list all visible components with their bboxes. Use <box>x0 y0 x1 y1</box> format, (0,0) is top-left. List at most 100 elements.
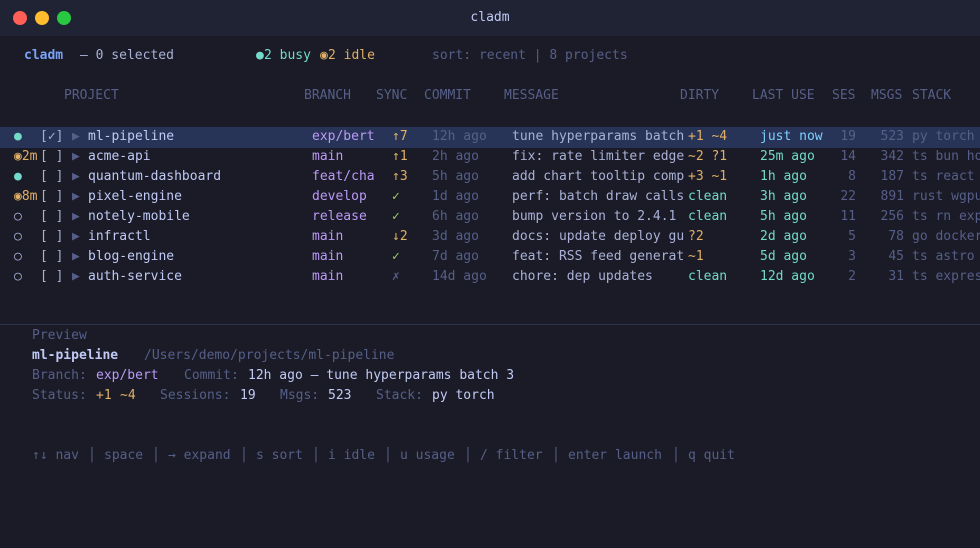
message-count: 31 <box>888 269 904 284</box>
stack-tags: go docker <box>912 229 980 244</box>
status-indicator-icon: ○ <box>14 229 22 244</box>
commit-age: 5h ago <box>432 169 479 184</box>
session-count: 8 <box>848 169 856 184</box>
status-indicator-icon: ○ <box>14 269 22 284</box>
col-project[interactable]: PROJECT <box>64 86 119 106</box>
row-checkbox[interactable]: [ ] <box>40 247 63 267</box>
row-checkbox[interactable]: [ ] <box>40 147 63 167</box>
table-row[interactable]: ○ [ ] ▶ notely-mobile release ✓ 6h ago bump ver… <box>0 207 980 227</box>
col-branch[interactable]: BRANCH <box>304 86 351 106</box>
project-name: pixel-engine <box>88 189 182 204</box>
status-indicator-icon: ● <box>14 129 22 144</box>
commit-message: fix: rate limiter edge <box>512 149 685 164</box>
col-commit[interactable]: COMMIT <box>424 86 471 106</box>
expand-arrow-icon[interactable]: ▶ <box>72 187 80 207</box>
message-count: 78 <box>888 229 904 244</box>
session-count: 2 <box>848 269 856 284</box>
col-ses[interactable]: SES <box>832 86 855 106</box>
stack-tags: ts expres <box>912 269 980 284</box>
preview-stack: py torch <box>432 388 495 403</box>
session-count: 14 <box>840 149 856 164</box>
dirty-status: clean <box>688 189 728 204</box>
dirty-status: ~2 ?1 <box>688 149 728 164</box>
expand-arrow-icon[interactable]: ▶ <box>72 267 80 287</box>
col-message[interactable]: MESSAGE <box>504 86 559 106</box>
dirty-status: clean <box>688 209 728 224</box>
table-row[interactable]: ● [ ] ▶ quantum-dashboard feat/cha ↑3 5h ago ad… <box>0 167 980 187</box>
project-name: infractl <box>88 229 151 244</box>
key-usage: u usage <box>400 448 455 463</box>
terminal-window: cladm cladm — 0 selected ● 2 busy ◉ 2 id… <box>0 0 980 548</box>
selected-count: — 0 selected <box>80 48 174 63</box>
idle-count: 2 idle <box>328 48 375 63</box>
session-count: 19 <box>840 129 856 144</box>
commit-message: bump version to 2.4.1 <box>512 209 677 224</box>
expand-arrow-icon[interactable]: ▶ <box>72 227 80 247</box>
row-checkbox[interactable]: [ ] <box>40 187 63 207</box>
key-idle: i idle <box>328 448 375 463</box>
table-row[interactable]: ○ [ ] ▶ blog-engine main ✓ 7d ago feat: RSS fee… <box>0 247 980 267</box>
expand-arrow-icon[interactable]: ▶ <box>72 127 80 147</box>
footer-separator: │ <box>240 448 248 463</box>
sync-status: ✓ <box>392 249 400 264</box>
row-checkbox[interactable]: [✓] <box>40 127 63 147</box>
dirty-status: +1 ~4 <box>688 129 728 144</box>
table-row[interactable]: ◉8m[ ] ▶ pixel-engine develop ✓ 1d ago perf: b… <box>0 187 980 207</box>
commit-message: tune hyperparams batch <box>512 129 685 144</box>
sync-status: ↓2 <box>392 229 408 244</box>
footer-separator: │ <box>552 448 560 463</box>
status-indicator-icon: ◉2m <box>14 149 38 164</box>
busy-dot-icon: ● <box>256 48 264 63</box>
message-count: 256 <box>880 209 904 224</box>
sync-status: ↑3 <box>392 169 408 184</box>
project-name: quantum-dashboard <box>88 169 222 184</box>
expand-arrow-icon[interactable]: ▶ <box>72 147 80 167</box>
row-checkbox[interactable]: [ ] <box>40 167 63 187</box>
col-msgs[interactable]: MSGS <box>871 86 902 106</box>
col-stack[interactable]: STACK <box>912 86 951 106</box>
row-checkbox[interactable]: [ ] <box>40 227 63 247</box>
row-checkbox[interactable]: [ ] <box>40 207 63 227</box>
project-name: auth-service <box>88 269 182 284</box>
dirty-status: +3 ~1 <box>688 169 728 184</box>
stack-tags: ts react <box>912 169 975 184</box>
footer-separator: │ <box>672 448 680 463</box>
session-count: 3 <box>848 249 856 264</box>
branch-name: develop <box>312 189 367 204</box>
expand-arrow-icon[interactable]: ▶ <box>72 167 80 187</box>
commit-age: 1d ago <box>432 189 479 204</box>
table-row[interactable]: ● [✓] ▶ ml-pipeline exp/bert ↑7 12h ago tune hy… <box>0 127 980 147</box>
table-row[interactable]: ◉2m[ ] ▶ acme-api main ↑1 2h ago fix: rate lim… <box>0 147 980 167</box>
last-use: 12d ago <box>760 269 815 284</box>
message-count: 187 <box>880 169 904 184</box>
stack-tags: rust wgpu <box>912 189 980 204</box>
preview-sessions-label: Sessions: <box>160 388 231 403</box>
expand-arrow-icon[interactable]: ▶ <box>72 207 80 227</box>
commit-age: 6h ago <box>432 209 479 224</box>
message-count: 891 <box>880 189 904 204</box>
footer-separator: │ <box>464 448 472 463</box>
branch-name: main <box>312 269 344 284</box>
col-dirty[interactable]: DIRTY <box>680 86 719 106</box>
table-row[interactable]: ○ [ ] ▶ infractl main ↓2 3d ago docs: update de… <box>0 227 980 247</box>
commit-age: 3d ago <box>432 229 479 244</box>
expand-arrow-icon[interactable]: ▶ <box>72 247 80 267</box>
app-name: cladm <box>24 48 64 63</box>
status-indicator-icon: ◉8m <box>14 189 38 204</box>
footer-separator: │ <box>312 448 320 463</box>
table-row[interactable]: ○ [ ] ▶ auth-service main ✗ 14d ago chore: dep … <box>0 267 980 287</box>
col-last-use[interactable]: LAST USE <box>752 86 815 106</box>
last-use: 3h ago <box>760 189 807 204</box>
preview-sessions: 19 <box>240 388 256 403</box>
preview-msgs-label: Msgs: <box>280 388 320 403</box>
col-sync[interactable]: SYNC <box>376 86 407 106</box>
preview-commit-label: Commit: <box>184 368 239 383</box>
commit-age: 7d ago <box>432 249 479 264</box>
branch-name: release <box>312 209 367 224</box>
row-checkbox[interactable]: [ ] <box>40 267 63 287</box>
commit-age: 2h ago <box>432 149 479 164</box>
commit-message: perf: batch draw calls <box>512 189 685 204</box>
stack-tags: ts rn exp <box>912 209 980 224</box>
sync-status: ✓ <box>392 189 400 204</box>
branch-name: main <box>312 149 344 164</box>
